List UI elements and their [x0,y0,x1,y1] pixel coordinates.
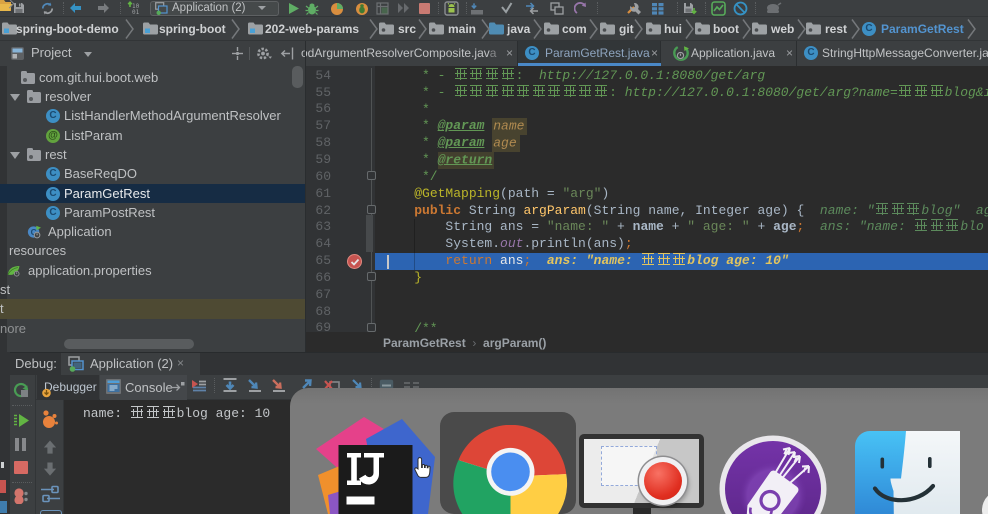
svg-text:01: 01 [132,9,140,15]
